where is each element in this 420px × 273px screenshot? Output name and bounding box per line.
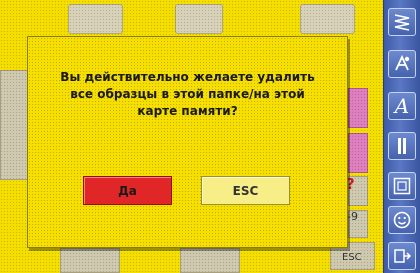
bg-tab-2 — [175, 4, 223, 34]
bg-esc-label: ESC — [342, 252, 362, 263]
dialog-message: Вы действительно желаете удалить все обр… — [36, 69, 339, 120]
bg-pink-tile-1 — [348, 88, 368, 128]
buttonhole-icon[interactable] — [388, 132, 416, 160]
stitch-icon[interactable] — [388, 8, 416, 36]
bg-tab-folder — [68, 4, 123, 34]
bg-tile-left — [0, 70, 28, 180]
right-toolbar: A — [383, 0, 420, 273]
dialog-message-line-2: все образцы в этой папке/на этой — [70, 87, 305, 101]
confirm-button[interactable]: Да — [83, 176, 172, 205]
cancel-button[interactable]: ESC — [201, 176, 290, 205]
bg-partial-label: -9 — [347, 210, 358, 223]
bg-tile-bottom-2 — [180, 248, 240, 273]
smiley-icon[interactable] — [388, 206, 416, 234]
text-icon-letter: A — [394, 94, 410, 118]
delete-confirm-dialog: Вы действительно желаете удалить все обр… — [27, 36, 348, 248]
pattern-icon[interactable] — [388, 172, 416, 200]
dialog-message-line-3: карте памяти? — [137, 104, 238, 118]
bg-pink-tile-2 — [348, 133, 368, 173]
dialog-message-line-1: Вы действительно желаете удалить — [60, 70, 315, 84]
bg-tab-3 — [300, 4, 355, 34]
memory-icon[interactable] — [388, 242, 416, 270]
embroidery-icon[interactable] — [388, 50, 416, 78]
text-icon[interactable]: A — [388, 92, 416, 120]
bg-tile-bottom-1 — [60, 248, 120, 273]
